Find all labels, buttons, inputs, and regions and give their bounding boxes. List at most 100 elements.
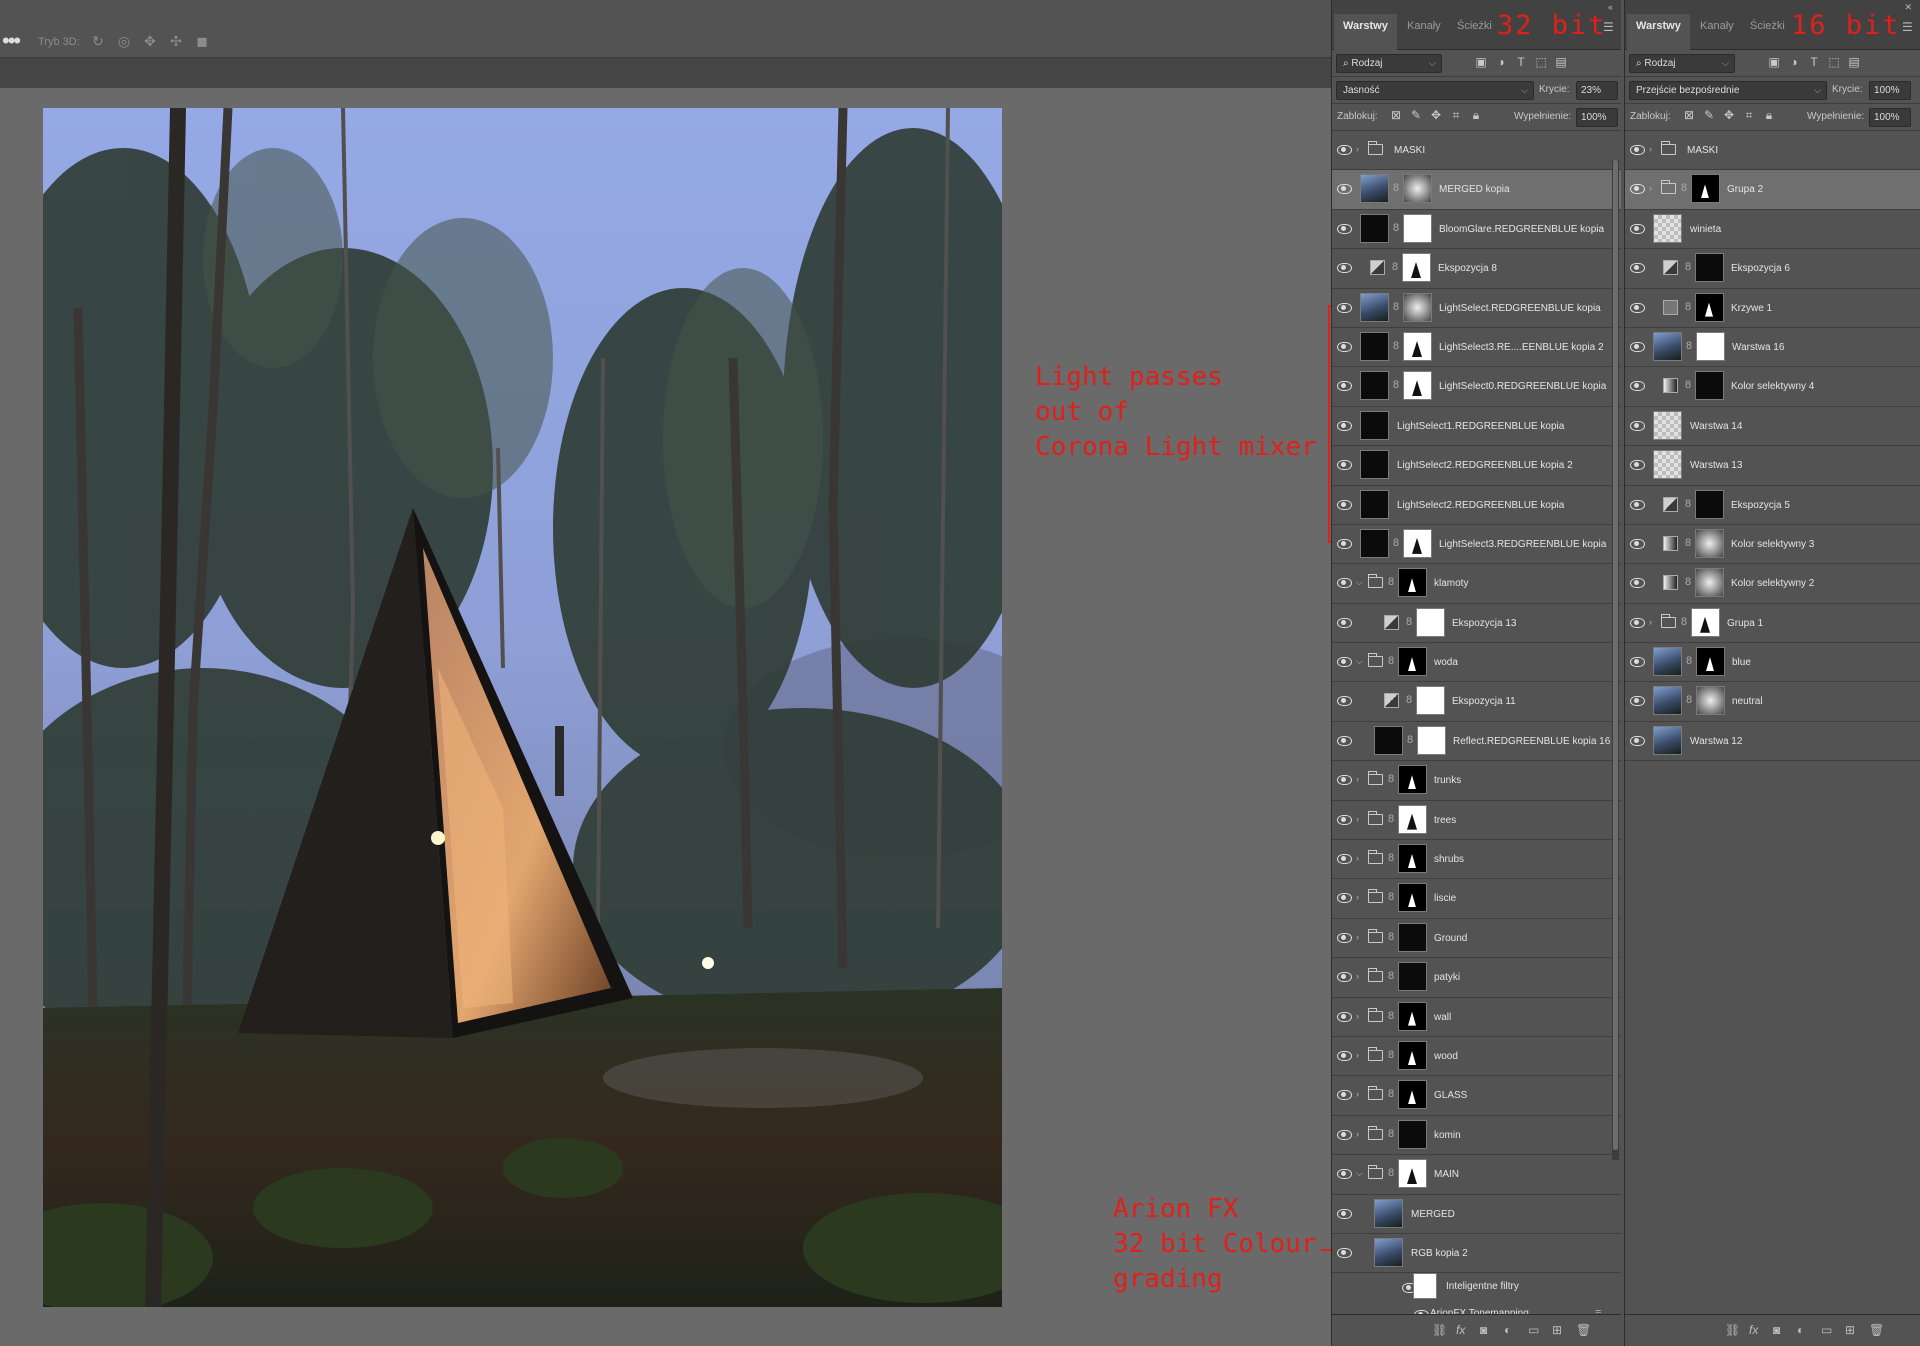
link-icon[interactable]: 8 (1685, 576, 1691, 588)
mask-thumbnail[interactable] (1695, 371, 1724, 401)
pixel-filter-icon[interactable]: ▣ (1471, 55, 1491, 69)
link-icon[interactable]: 8 (1388, 576, 1394, 588)
link-layers-icon[interactable]: ⛓ (1725, 1323, 1740, 1337)
add-mask-icon[interactable]: ◙ (1773, 1323, 1780, 1337)
layer-thumbnail[interactable] (1653, 213, 1682, 243)
3d-camera-icon[interactable]: ◼ (194, 33, 210, 49)
layer-row[interactable]: Warstwa 12 (1625, 722, 1920, 762)
eye-icon[interactable] (1337, 971, 1352, 983)
eye-icon[interactable] (1630, 144, 1645, 155)
tab-paths[interactable]: Ścieżki (1741, 18, 1794, 44)
new-group-icon[interactable]: ▭ (1821, 1323, 1832, 1337)
layer-row[interactable]: › 8 Grupa 2 (1625, 170, 1920, 210)
eye-icon[interactable] (1630, 499, 1645, 510)
link-icon[interactable]: 8 (1393, 379, 1399, 391)
mask-thumbnail[interactable] (1417, 725, 1446, 755)
layer-row[interactable]: Warstwa 14 (1625, 407, 1920, 447)
link-icon[interactable]: 8 (1388, 655, 1394, 667)
mask-thumbnail[interactable] (1416, 607, 1445, 637)
eye-icon[interactable] (1337, 183, 1352, 195)
mask-thumbnail[interactable] (1696, 331, 1725, 361)
layer-row[interactable]: 8 Ekspozycja 6 (1625, 249, 1920, 289)
eye-icon[interactable] (1337, 1050, 1352, 1061)
eye-icon[interactable] (1337, 853, 1352, 865)
mask-thumbnail[interactable] (1691, 607, 1720, 637)
link-icon[interactable]: 8 (1388, 970, 1394, 982)
opacity-field[interactable]: 100% (1869, 81, 1911, 100)
eye-icon[interactable] (1337, 144, 1352, 155)
link-icon[interactable]: 8 (1406, 694, 1412, 706)
lock-pixels-icon[interactable]: ✎ (1699, 108, 1719, 122)
filter-kind-select[interactable]: ⌕ Rodzaj ⌵ (1336, 54, 1442, 73)
eye-icon[interactable] (1337, 499, 1352, 510)
tab-layers[interactable]: Warstwy (1334, 14, 1397, 50)
layer-thumbnail[interactable] (1360, 371, 1389, 401)
layer-row[interactable]: RGB kopia 2 (1332, 1234, 1621, 1274)
eye-icon[interactable] (1337, 1168, 1352, 1180)
mask-thumbnail[interactable] (1403, 331, 1432, 361)
fx-icon[interactable]: fx (1456, 1323, 1465, 1337)
chevron-right-icon[interactable]: › (1356, 1050, 1359, 1060)
chevron-right-icon[interactable]: › (1356, 892, 1359, 902)
tab-paths[interactable]: Ścieżki (1448, 18, 1501, 44)
mask-thumbnail[interactable] (1416, 686, 1445, 716)
eye-icon[interactable] (1337, 459, 1352, 471)
mask-thumbnail[interactable] (1398, 883, 1427, 913)
mask-thumbnail[interactable] (1398, 922, 1427, 952)
layer-thumbnail[interactable] (1374, 725, 1403, 755)
chevron-right-icon[interactable]: › (1356, 774, 1359, 784)
eye-icon[interactable] (1337, 1011, 1352, 1022)
mask-thumbnail[interactable] (1398, 1001, 1427, 1031)
layer-thumbnail[interactable] (1653, 410, 1682, 440)
eye-icon[interactable] (1337, 577, 1352, 589)
chevron-right-icon[interactable]: › (1649, 183, 1652, 193)
layer-row[interactable]: › MASKI (1332, 131, 1621, 171)
layer-thumbnail[interactable] (1653, 331, 1682, 361)
tab-channels[interactable]: Kanały (1691, 18, 1743, 44)
layer-row[interactable]: ⌵ 8 klamoty (1332, 564, 1621, 604)
eye-icon[interactable] (1337, 1247, 1352, 1258)
eye-icon[interactable] (1337, 814, 1352, 825)
smart-object-filter-icon[interactable]: ▤ (1551, 55, 1571, 69)
mask-thumbnail[interactable] (1398, 1119, 1427, 1149)
link-layers-icon[interactable]: ⛓ (1432, 1323, 1447, 1337)
3d-slide-icon[interactable]: ✣ (168, 33, 184, 49)
adjustment-layer-icon[interactable]: ◐ (1797, 1323, 1804, 1337)
layer-thumbnail[interactable] (1374, 1237, 1403, 1267)
eye-icon[interactable] (1630, 459, 1645, 471)
layer-thumbnail[interactable] (1360, 489, 1389, 519)
layer-row[interactable]: › 8 komin (1332, 1116, 1621, 1156)
smart-object-filter-icon[interactable]: ▤ (1844, 55, 1864, 69)
layer-row[interactable]: LightSelect2.REDGREENBLUE kopia 2 (1332, 446, 1621, 486)
trash-icon[interactable]: 🗑︎ (1869, 1323, 1884, 1337)
mask-thumbnail[interactable] (1398, 568, 1427, 598)
link-icon[interactable]: 8 (1406, 616, 1412, 628)
eye-icon[interactable] (1630, 695, 1645, 707)
type-filter-icon[interactable]: T (1804, 55, 1824, 69)
new-layer-icon[interactable]: ⊞ (1845, 1323, 1855, 1337)
layer-row[interactable]: 8 LightSelect3.REDGREENBLUE kopia (1332, 525, 1621, 565)
link-icon[interactable]: 8 (1393, 537, 1399, 549)
eye-icon[interactable] (1630, 341, 1645, 352)
eye-icon[interactable] (1337, 223, 1352, 234)
layer-row[interactable]: 8 LightSelect0.REDGREENBLUE kopia (1332, 367, 1621, 407)
eye-icon[interactable] (1337, 302, 1352, 313)
layer-row[interactable]: 8 Ekspozycja 5 (1625, 486, 1920, 525)
mask-thumbnail[interactable] (1695, 292, 1724, 322)
layer-row[interactable]: › 8 wood (1332, 1037, 1621, 1077)
eye-icon[interactable] (1630, 577, 1645, 589)
link-icon[interactable]: 8 (1685, 261, 1691, 273)
filter-kind-select[interactable]: ⌕ Rodzaj ⌵ (1629, 54, 1735, 73)
eye-icon[interactable] (1337, 341, 1352, 352)
layer-row[interactable]: 8 MERGED kopia (1332, 170, 1621, 210)
layer-row[interactable]: 8 Kolor selektywny 2 (1625, 564, 1920, 604)
link-icon[interactable]: 8 (1686, 655, 1692, 667)
document-image[interactable] (43, 108, 1002, 1307)
layer-row[interactable]: 8 Ekspozycja 8 (1332, 249, 1621, 289)
adjustment-filter-icon[interactable]: ◑ (1784, 55, 1804, 69)
layer-row[interactable]: 8 BloomGlare.REDGREENBLUE kopia (1332, 210, 1621, 250)
layer-thumbnail[interactable] (1360, 528, 1389, 558)
mask-thumbnail[interactable] (1398, 1159, 1427, 1189)
eye-icon[interactable] (1337, 656, 1352, 668)
chevron-down-icon[interactable]: ⌵ (1356, 1168, 1363, 1179)
